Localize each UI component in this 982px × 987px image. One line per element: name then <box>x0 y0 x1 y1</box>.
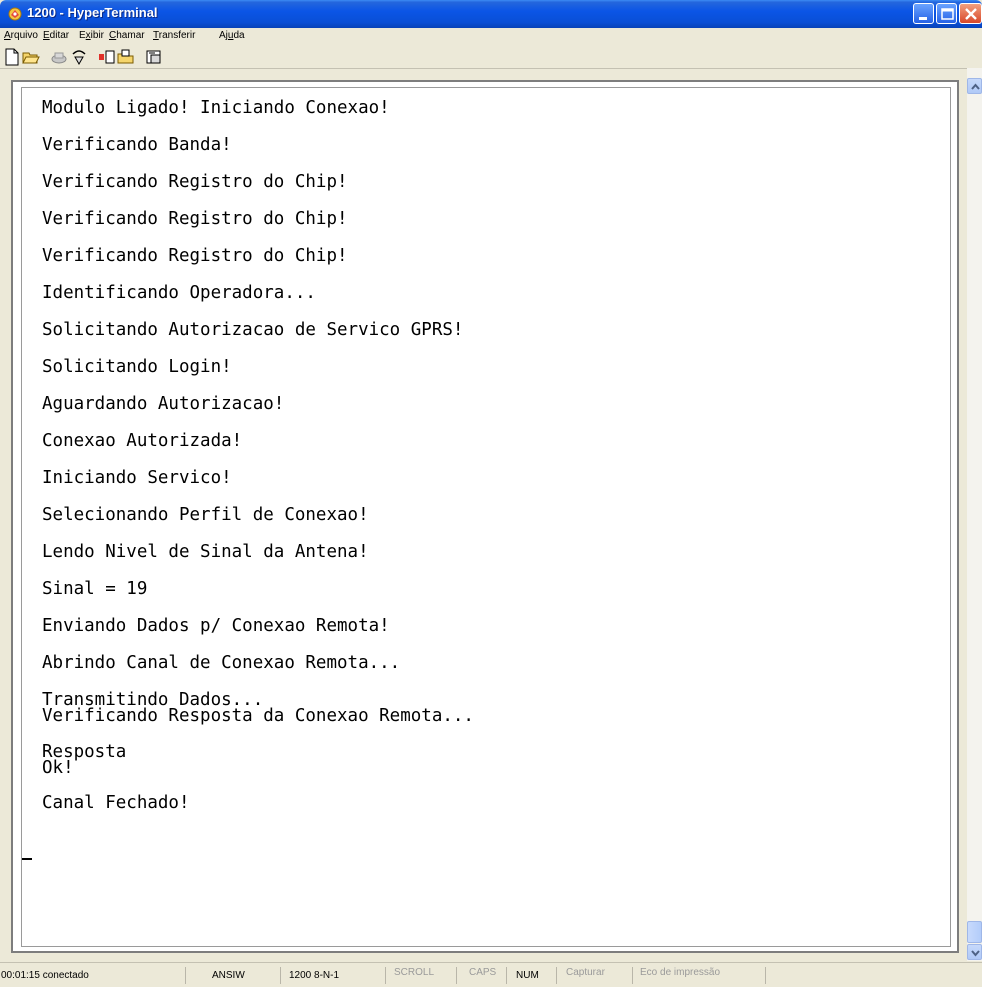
arrow-up-icon <box>971 83 980 90</box>
window-title: 1200 - HyperTerminal <box>27 5 158 20</box>
close-icon <box>965 8 977 20</box>
hyperterminal-icon <box>8 7 22 21</box>
call-icon[interactable] <box>50 48 68 66</box>
toolbar <box>0 45 982 69</box>
terminal-line: Solicitando Login! <box>42 357 232 377</box>
terminal-line: Modulo Ligado! Iniciando Conexao! <box>42 98 390 118</box>
status-settings: 1200 8-N-1 <box>289 970 340 981</box>
status-divider <box>765 967 766 984</box>
menu-chamar[interactable]: Chamar <box>109 30 145 41</box>
terminal-line: Canal Fechado! <box>42 793 190 813</box>
terminal-line: Selecionando Perfil de Conexao! <box>42 505 369 525</box>
terminal-line: Identificando Operadora... <box>42 283 316 303</box>
minimize-button[interactable] <box>913 3 934 24</box>
status-connection: 00:01:15 conectado <box>1 970 89 981</box>
terminal-line: Iniciando Servico! <box>42 468 232 488</box>
terminal-line: Verificando Registro do Chip! <box>42 246 348 266</box>
close-button[interactable] <box>959 3 982 24</box>
menu-ajuda[interactable]: Ajuda <box>219 30 245 41</box>
status-num: NUM <box>516 970 539 981</box>
status-caps: CAPS <box>469 967 497 978</box>
maximize-icon <box>941 8 954 20</box>
scroll-down-button[interactable] <box>967 944 982 960</box>
status-divider <box>280 967 281 984</box>
open-folder-icon[interactable] <box>22 48 40 66</box>
status-capture: Capturar <box>566 967 605 978</box>
status-divider <box>556 967 557 984</box>
maximize-button[interactable] <box>936 3 957 24</box>
properties-icon[interactable] <box>145 48 163 66</box>
terminal-line: Solicitando Autorizacao de Servico GPRS! <box>42 320 464 340</box>
terminal-line: Sinal = 19 <box>42 579 148 599</box>
new-document-icon[interactable] <box>3 48 21 66</box>
title-bar[interactable]: 1200 - HyperTerminal <box>0 0 982 28</box>
status-echo: Eco de impressão <box>640 967 721 978</box>
menu-arquivo[interactable]: Arquivo <box>4 30 38 41</box>
terminal-line: Aguardando Autorizacao! <box>42 394 285 414</box>
menu-transferir[interactable]: Transferir <box>153 30 195 41</box>
terminal-line: Verificando Banda! <box>42 135 232 155</box>
terminal-line: Verificando Resposta da Conexao Remota..… <box>42 706 474 726</box>
status-divider <box>632 967 633 984</box>
status-scroll: SCROLL <box>394 967 435 978</box>
status-emulation: ANSIW <box>212 970 245 981</box>
disconnect-icon[interactable] <box>70 48 88 66</box>
terminal-line: Verificando Registro do Chip! <box>42 172 348 192</box>
terminal-screen[interactable]: Modulo Ligado! Iniciando Conexao! Verifi… <box>21 87 951 947</box>
terminal-line: Lendo Nivel de Sinal da Antena! <box>42 542 369 562</box>
arrow-down-icon <box>971 950 980 957</box>
terminal-line: Enviando Dados p/ Conexao Remota! <box>42 616 390 636</box>
menu-bar: Arquivo Editar Exibir Chamar Transferir … <box>0 28 982 45</box>
menu-editar[interactable]: Editar <box>43 30 69 41</box>
receive-icon[interactable] <box>117 48 135 66</box>
status-divider <box>185 967 186 984</box>
menu-exibir[interactable]: Exibir <box>79 30 104 41</box>
scroll-up-button[interactable] <box>967 78 982 94</box>
terminal-line: Verificando Registro do Chip! <box>42 209 348 229</box>
minimize-icon <box>919 17 927 20</box>
vertical-scrollbar[interactable] <box>967 68 982 961</box>
status-divider <box>385 967 386 984</box>
terminal-area[interactable]: Modulo Ligado! Iniciando Conexao! Verifi… <box>11 80 959 953</box>
terminal-line: Ok! <box>42 758 74 778</box>
status-divider <box>456 967 457 984</box>
terminal-line: Abrindo Canal de Conexao Remota... <box>42 653 401 673</box>
hyperterminal-window: 1200 - HyperTerminal Arquivo Editar Exib… <box>0 0 982 987</box>
status-bar: 00:01:15 conectado ANSIW 1200 8-N-1 SCRO… <box>0 962 982 987</box>
send-icon[interactable] <box>98 48 116 66</box>
terminal-line: Conexao Autorizada! <box>42 431 243 451</box>
status-divider <box>506 967 507 984</box>
scroll-thumb[interactable] <box>967 921 982 943</box>
text-cursor <box>22 858 32 860</box>
